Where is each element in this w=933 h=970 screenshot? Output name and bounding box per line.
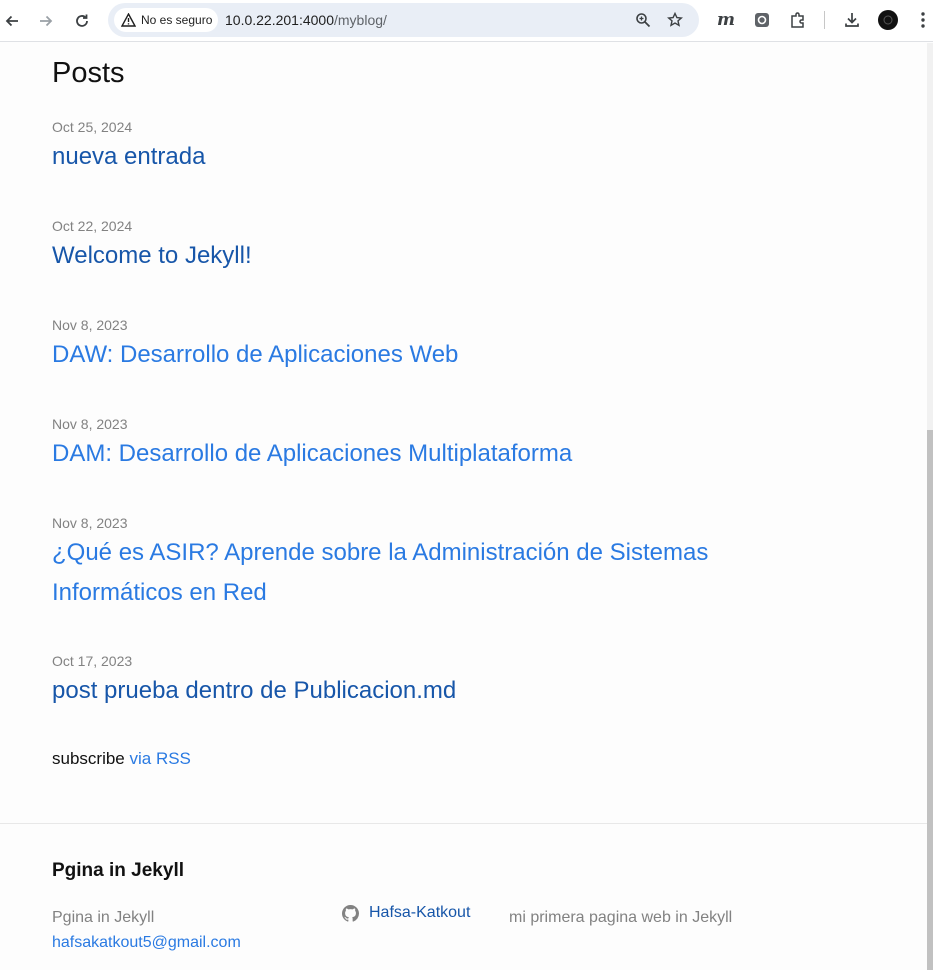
post-link[interactable]: post prueba dentro de Publicacion.md: [52, 671, 792, 711]
footer-contact: Pgina in Jekyll hafsakatkout5@gmail.com: [52, 905, 312, 955]
post-title-line: ¿Qué es ASIR? Aprende sobre la Administr…: [52, 539, 709, 566]
profile-avatar[interactable]: [878, 10, 898, 30]
post-item: Nov 8, 2023 DAW: Desarrollo de Aplicacio…: [52, 315, 792, 375]
post-date: Oct 22, 2024: [52, 218, 133, 234]
post-link[interactable]: ¿Qué es ASIR? Aprende sobre la Administr…: [52, 533, 792, 613]
footer-social: Hafsa-Katkout: [342, 904, 470, 922]
footer-description: mi primera pagina web in Jekyll: [509, 909, 733, 926]
footer-site-name: Pgina in Jekyll: [52, 909, 155, 926]
page-content: Posts Oct 25, 2024 nueva entrada Oct 22,…: [0, 43, 933, 970]
post-link[interactable]: Welcome to Jekyll!: [52, 236, 792, 276]
extensions-puzzle-icon[interactable]: [788, 10, 808, 30]
menu-kebab-icon[interactable]: [916, 10, 930, 30]
post-item: Oct 17, 2023 post prueba dentro de Publi…: [52, 651, 792, 711]
reload-icon[interactable]: [72, 11, 92, 31]
url-path: /myblog/: [334, 12, 387, 28]
post-item: Nov 8, 2023 ¿Qué es ASIR? Aprende sobre …: [52, 513, 792, 613]
download-icon[interactable]: [842, 10, 862, 30]
forward-icon[interactable]: [36, 11, 56, 31]
address-bar[interactable]: No es seguro 10.0.22.201:4000/myblog/: [108, 3, 699, 37]
post-date: Nov 8, 2023: [52, 416, 128, 432]
zoom-icon[interactable]: [634, 11, 652, 29]
post-date: Nov 8, 2023: [52, 317, 128, 333]
back-icon[interactable]: [2, 11, 22, 31]
post-date: Oct 25, 2024: [52, 119, 133, 135]
bookmark-star-icon[interactable]: [666, 11, 684, 29]
security-label: No es seguro: [141, 13, 213, 27]
github-icon: [342, 904, 359, 922]
toolbar-separator: [824, 11, 825, 29]
post-link[interactable]: nueva entrada: [52, 137, 792, 177]
post-link[interactable]: DAM: Desarrollo de Aplicaciones Multipla…: [52, 434, 792, 474]
post-link[interactable]: DAW: Desarrollo de Aplicaciones Web: [52, 335, 792, 375]
post-item: Oct 22, 2024 Welcome to Jekyll!: [52, 216, 792, 276]
post-title-line: Informáticos en Red: [52, 579, 267, 606]
url-text[interactable]: 10.0.22.201:4000/myblog/: [225, 12, 387, 28]
subscribe-line: subscribe via RSS: [52, 749, 191, 769]
footer-heading: Pgina in Jekyll: [52, 860, 184, 881]
extension-m-icon[interactable]: m: [716, 10, 736, 30]
post-item: Oct 25, 2024 nueva entrada: [52, 117, 792, 177]
post-date: Nov 8, 2023: [52, 515, 128, 531]
post-item: Nov 8, 2023 DAM: Desarrollo de Aplicacio…: [52, 414, 792, 474]
url-host: 10.0.22.201:4000: [225, 12, 334, 28]
footer-divider: [0, 823, 933, 824]
warning-icon: [121, 13, 136, 27]
rss-link[interactable]: via RSS: [129, 749, 190, 768]
page-title: Posts: [52, 57, 125, 89]
security-chip[interactable]: No es seguro: [114, 8, 218, 32]
browser-toolbar: No es seguro 10.0.22.201:4000/myblog/ m: [0, 0, 933, 42]
footer-email-link[interactable]: hafsakatkout5@gmail.com: [52, 930, 312, 955]
scrollbar-thumb[interactable]: [927, 430, 933, 970]
post-date: Oct 17, 2023: [52, 653, 133, 669]
extension-camera-icon[interactable]: [752, 10, 772, 30]
subscribe-text: subscribe: [52, 749, 130, 768]
github-username-link[interactable]: Hafsa-Katkout: [369, 904, 470, 922]
